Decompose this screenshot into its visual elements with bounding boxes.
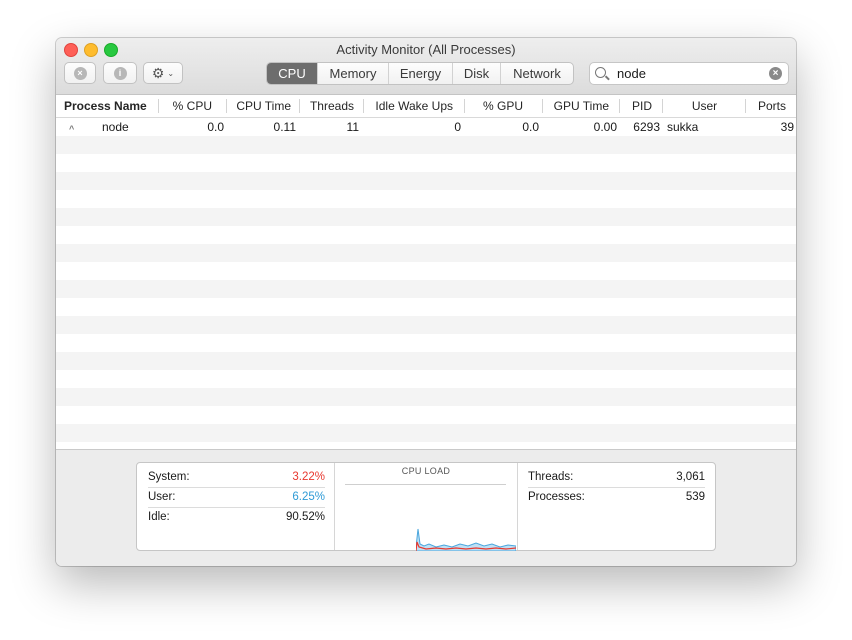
column-user[interactable]: User xyxy=(663,95,746,117)
column-threads[interactable]: Threads xyxy=(300,95,364,117)
gear-icon: ⚙ xyxy=(151,65,165,81)
divider xyxy=(334,463,335,550)
table-row[interactable]: node 0.0 0.11 11 0 0.0 0.00 6293 sukka 3… xyxy=(56,118,796,136)
empty-row xyxy=(56,424,796,442)
action-menu-button[interactable]: ⚙ ⌄ xyxy=(143,62,183,84)
processes-label: Processes: xyxy=(528,491,585,503)
divider xyxy=(517,463,518,550)
empty-row xyxy=(56,352,796,370)
tab-memory[interactable]: Memory xyxy=(317,63,388,84)
cell-gpu: 0.0 xyxy=(522,120,539,134)
idle-value: 90.52% xyxy=(285,511,325,523)
process-table: Process Name ^ % CPU CPU Time Threads Id… xyxy=(56,95,796,449)
tab-bar: CPU Memory Energy Disk Network xyxy=(266,62,574,85)
column-cpu[interactable]: % CPU xyxy=(159,95,227,117)
user-value: 6.25% xyxy=(292,491,325,503)
column-pid[interactable]: PID xyxy=(620,95,663,117)
threads-value: 3,061 xyxy=(676,471,705,483)
idle-label: Idle: xyxy=(148,511,170,523)
processes-value: 539 xyxy=(685,491,705,503)
window-title: Activity Monitor (All Processes) xyxy=(336,42,516,57)
empty-row xyxy=(56,334,796,352)
clear-search-icon[interactable]: × xyxy=(769,67,782,80)
cell-gpu-time: 0.00 xyxy=(593,120,617,134)
column-gpu-time[interactable]: GPU Time xyxy=(543,95,620,117)
cpu-summary-panel: System: 3.22% User: 6.25% Idle: 90.52% C… xyxy=(136,462,716,551)
empty-row xyxy=(56,280,796,298)
empty-row xyxy=(56,154,796,172)
empty-row xyxy=(56,226,796,244)
cell-cpu: 0.0 xyxy=(207,120,224,134)
tab-network[interactable]: Network xyxy=(500,63,573,84)
cell-threads: 11 xyxy=(346,120,359,134)
tab-cpu[interactable]: CPU xyxy=(267,63,317,84)
cpu-load-graph xyxy=(416,528,516,551)
system-label: System: xyxy=(148,471,190,483)
column-idle-wake-ups[interactable]: Idle Wake Ups xyxy=(364,95,465,117)
column-process-name[interactable]: Process Name ^ xyxy=(56,95,159,134)
cell-process-name: node xyxy=(102,120,129,134)
empty-row xyxy=(56,406,796,424)
column-cpu-time[interactable]: CPU Time xyxy=(227,95,300,117)
info-circle-icon: i xyxy=(113,66,127,80)
empty-row xyxy=(56,208,796,226)
empty-row xyxy=(56,190,796,208)
empty-row xyxy=(56,172,796,190)
empty-row xyxy=(56,442,796,449)
search-icon xyxy=(595,67,606,78)
processes-stat: Processes: 539 xyxy=(528,488,705,507)
threads-stat: Threads: 3,061 xyxy=(528,468,705,488)
column-gpu[interactable]: % GPU xyxy=(465,95,543,117)
user-label: User: xyxy=(148,491,176,503)
empty-row xyxy=(56,244,796,262)
stop-process-button[interactable]: × xyxy=(64,62,96,84)
system-value: 3.22% xyxy=(292,471,325,483)
empty-row xyxy=(56,388,796,406)
empty-row xyxy=(56,298,796,316)
table-header: Process Name ^ % CPU CPU Time Threads Id… xyxy=(56,95,796,134)
cell-cpu-time: 0.11 xyxy=(273,120,296,134)
tab-disk[interactable]: Disk xyxy=(452,63,500,84)
tab-energy[interactable]: Energy xyxy=(388,63,452,84)
summary-area: System: 3.22% User: 6.25% Idle: 90.52% C… xyxy=(56,449,796,566)
user-stat: User: 6.25% xyxy=(148,488,325,508)
x-circle-icon: × xyxy=(73,66,87,80)
cell-pid: 6293 xyxy=(633,120,660,134)
cell-idle-wake-ups: 0 xyxy=(454,120,461,134)
cell-ports: 39 xyxy=(780,120,794,134)
cpu-load-user-area xyxy=(416,528,516,551)
empty-row xyxy=(56,316,796,334)
table-rows: node 0.0 0.11 11 0 0.0 0.00 6293 sukka 3… xyxy=(56,118,796,449)
empty-row xyxy=(56,136,796,154)
system-stat: System: 3.22% xyxy=(148,468,325,488)
inspect-process-button[interactable]: i xyxy=(103,62,137,84)
cell-user: sukka xyxy=(667,120,699,134)
cpu-load-rule xyxy=(345,484,506,485)
chevron-down-icon: ⌄ xyxy=(167,68,175,78)
titlebar: Activity Monitor (All Processes) × i ⚙ ⌄… xyxy=(56,38,796,95)
column-ports[interactable]: Ports xyxy=(746,95,796,117)
search-input[interactable]: node xyxy=(617,66,646,81)
threads-label: Threads: xyxy=(528,471,574,483)
activity-monitor-window: Activity Monitor (All Processes) × i ⚙ ⌄… xyxy=(56,38,796,566)
cpu-load-title: CPU LOAD xyxy=(401,466,451,476)
idle-stat: Idle: 90.52% xyxy=(148,508,325,527)
empty-row xyxy=(56,262,796,280)
search-field[interactable]: node × xyxy=(589,62,789,85)
empty-row xyxy=(56,370,796,388)
